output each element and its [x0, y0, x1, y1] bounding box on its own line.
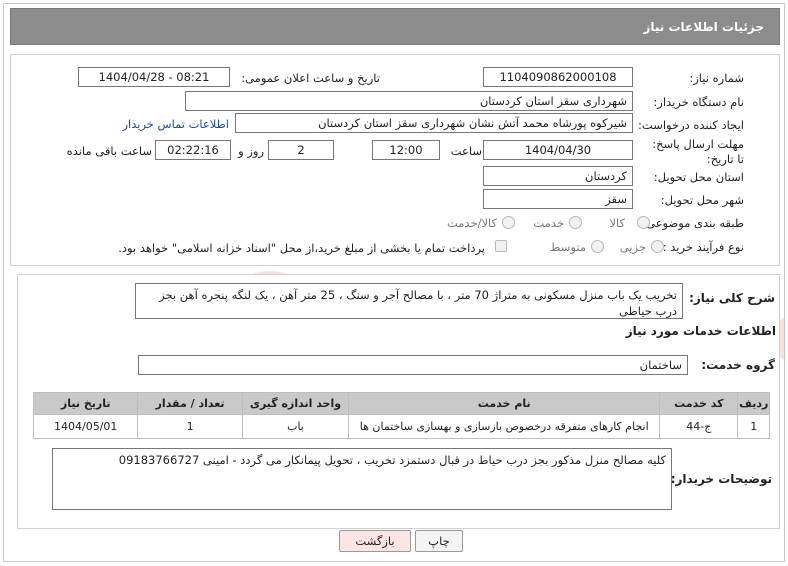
announce-field: 1404/04/28 - 08:21 [78, 67, 230, 87]
table-row: 1 ج-44 انجام کارهای متفرقه درخصوص بازساز… [32, 414, 770, 439]
treasury-note: پرداخت تمام یا بخشی از مبلغ خرید،از محل … [118, 241, 485, 255]
creator-field: شیرکوه پورشاه محمد آتش نشان شهرداری سقز … [235, 113, 633, 133]
creator-label: ایجاد کننده درخواست: [638, 118, 744, 132]
process-option-minor: جزیی [619, 240, 646, 254]
service-group-field: ساختمان [138, 355, 688, 375]
city-label: شهر محل تحویل: [660, 193, 744, 207]
col-quantity: تعداد / مقدار [137, 392, 243, 415]
category-radio-service[interactable] [569, 216, 582, 229]
col-service-code: کد خدمت [659, 392, 739, 415]
print-button[interactable]: چاپ [415, 530, 463, 552]
cell-quantity: 1 [137, 414, 243, 439]
col-need-date: تاریخ نیاز [32, 392, 139, 415]
col-row-number: ردیف [737, 392, 770, 415]
cell-service-code: ج-44 [659, 414, 739, 439]
need-number-label: شماره نیاز: [689, 71, 744, 85]
back-button[interactable]: بازگشت [339, 530, 411, 552]
province-label: استان محل تحویل: [653, 170, 744, 184]
days-label: روز و [238, 144, 264, 158]
category-option-service: خدمت [533, 216, 564, 230]
services-section-title: اطلاعات خدمات مورد نیاز [625, 324, 776, 338]
description-label: شرح کلی نیاز: [689, 291, 775, 305]
time-label: ساعت [450, 144, 482, 158]
buyer-notes-box: کلیه مصالح منزل مذکور بجز درب حیاط در قب… [52, 448, 672, 510]
contact-buyer-link[interactable]: اطلاعات تماس خریدار [122, 117, 229, 131]
province-field: کردستان [483, 166, 633, 186]
cell-row-number: 1 [737, 414, 770, 439]
deadline-time-field: 12:00 [372, 140, 440, 160]
service-group-label: گروه خدمت: [701, 358, 775, 372]
services-table: ردیف کد خدمت نام خدمت واحد اندازه گیری ت… [32, 392, 770, 439]
category-radio-goods-service[interactable] [502, 216, 515, 229]
category-option-goods: کالا [609, 216, 625, 230]
announce-label: تاریخ و ساعت اعلان عمومی: [241, 71, 380, 85]
buyer-label: نام دستگاه خریدار: [653, 95, 744, 109]
description-box: تخریب یک باب منزل مسکونی به متراژ 70 متر… [135, 283, 683, 319]
cell-need-date: 1404/05/01 [32, 414, 139, 439]
buyer-notes-label: توضیحات خریدار: [670, 472, 772, 486]
need-number-field: 1104090862000108 [483, 67, 633, 87]
table-header-row: ردیف کد خدمت نام خدمت واحد اندازه گیری ت… [32, 392, 770, 415]
page-header: جزئیات اطلاعات نیاز [10, 8, 780, 45]
category-label: طبقه بندی موضوعی: [642, 216, 744, 230]
col-service-name: نام خدمت [348, 392, 661, 415]
col-unit: واحد اندازه گیری [241, 392, 350, 415]
deadline-label: مهلت ارسال پاسخ: تا تاریخ: [652, 137, 744, 166]
cell-service-name: انجام کارهای متفرقه درخصوص بازسازی و بهس… [348, 414, 661, 439]
category-option-goods-service: کالا/خدمت [446, 216, 497, 230]
cell-unit: باب [241, 414, 350, 439]
process-label: نوع فرآیند خرید : [662, 240, 744, 254]
city-field: سقز [483, 189, 633, 209]
remaining-label: ساعت باقی مانده [66, 144, 152, 158]
treasury-checkbox[interactable] [495, 240, 507, 252]
remaining-time-field: 02:22:16 [155, 140, 231, 160]
process-radio-medium[interactable] [591, 240, 604, 253]
days-field: 2 [268, 140, 334, 160]
process-option-medium: متوسط [549, 240, 586, 254]
category-radio-goods[interactable] [637, 216, 650, 229]
buyer-field: شهرداری سقز استان کردستان [185, 91, 633, 111]
deadline-date-field: 1404/04/30 [483, 140, 633, 160]
process-radio-minor[interactable] [651, 240, 664, 253]
